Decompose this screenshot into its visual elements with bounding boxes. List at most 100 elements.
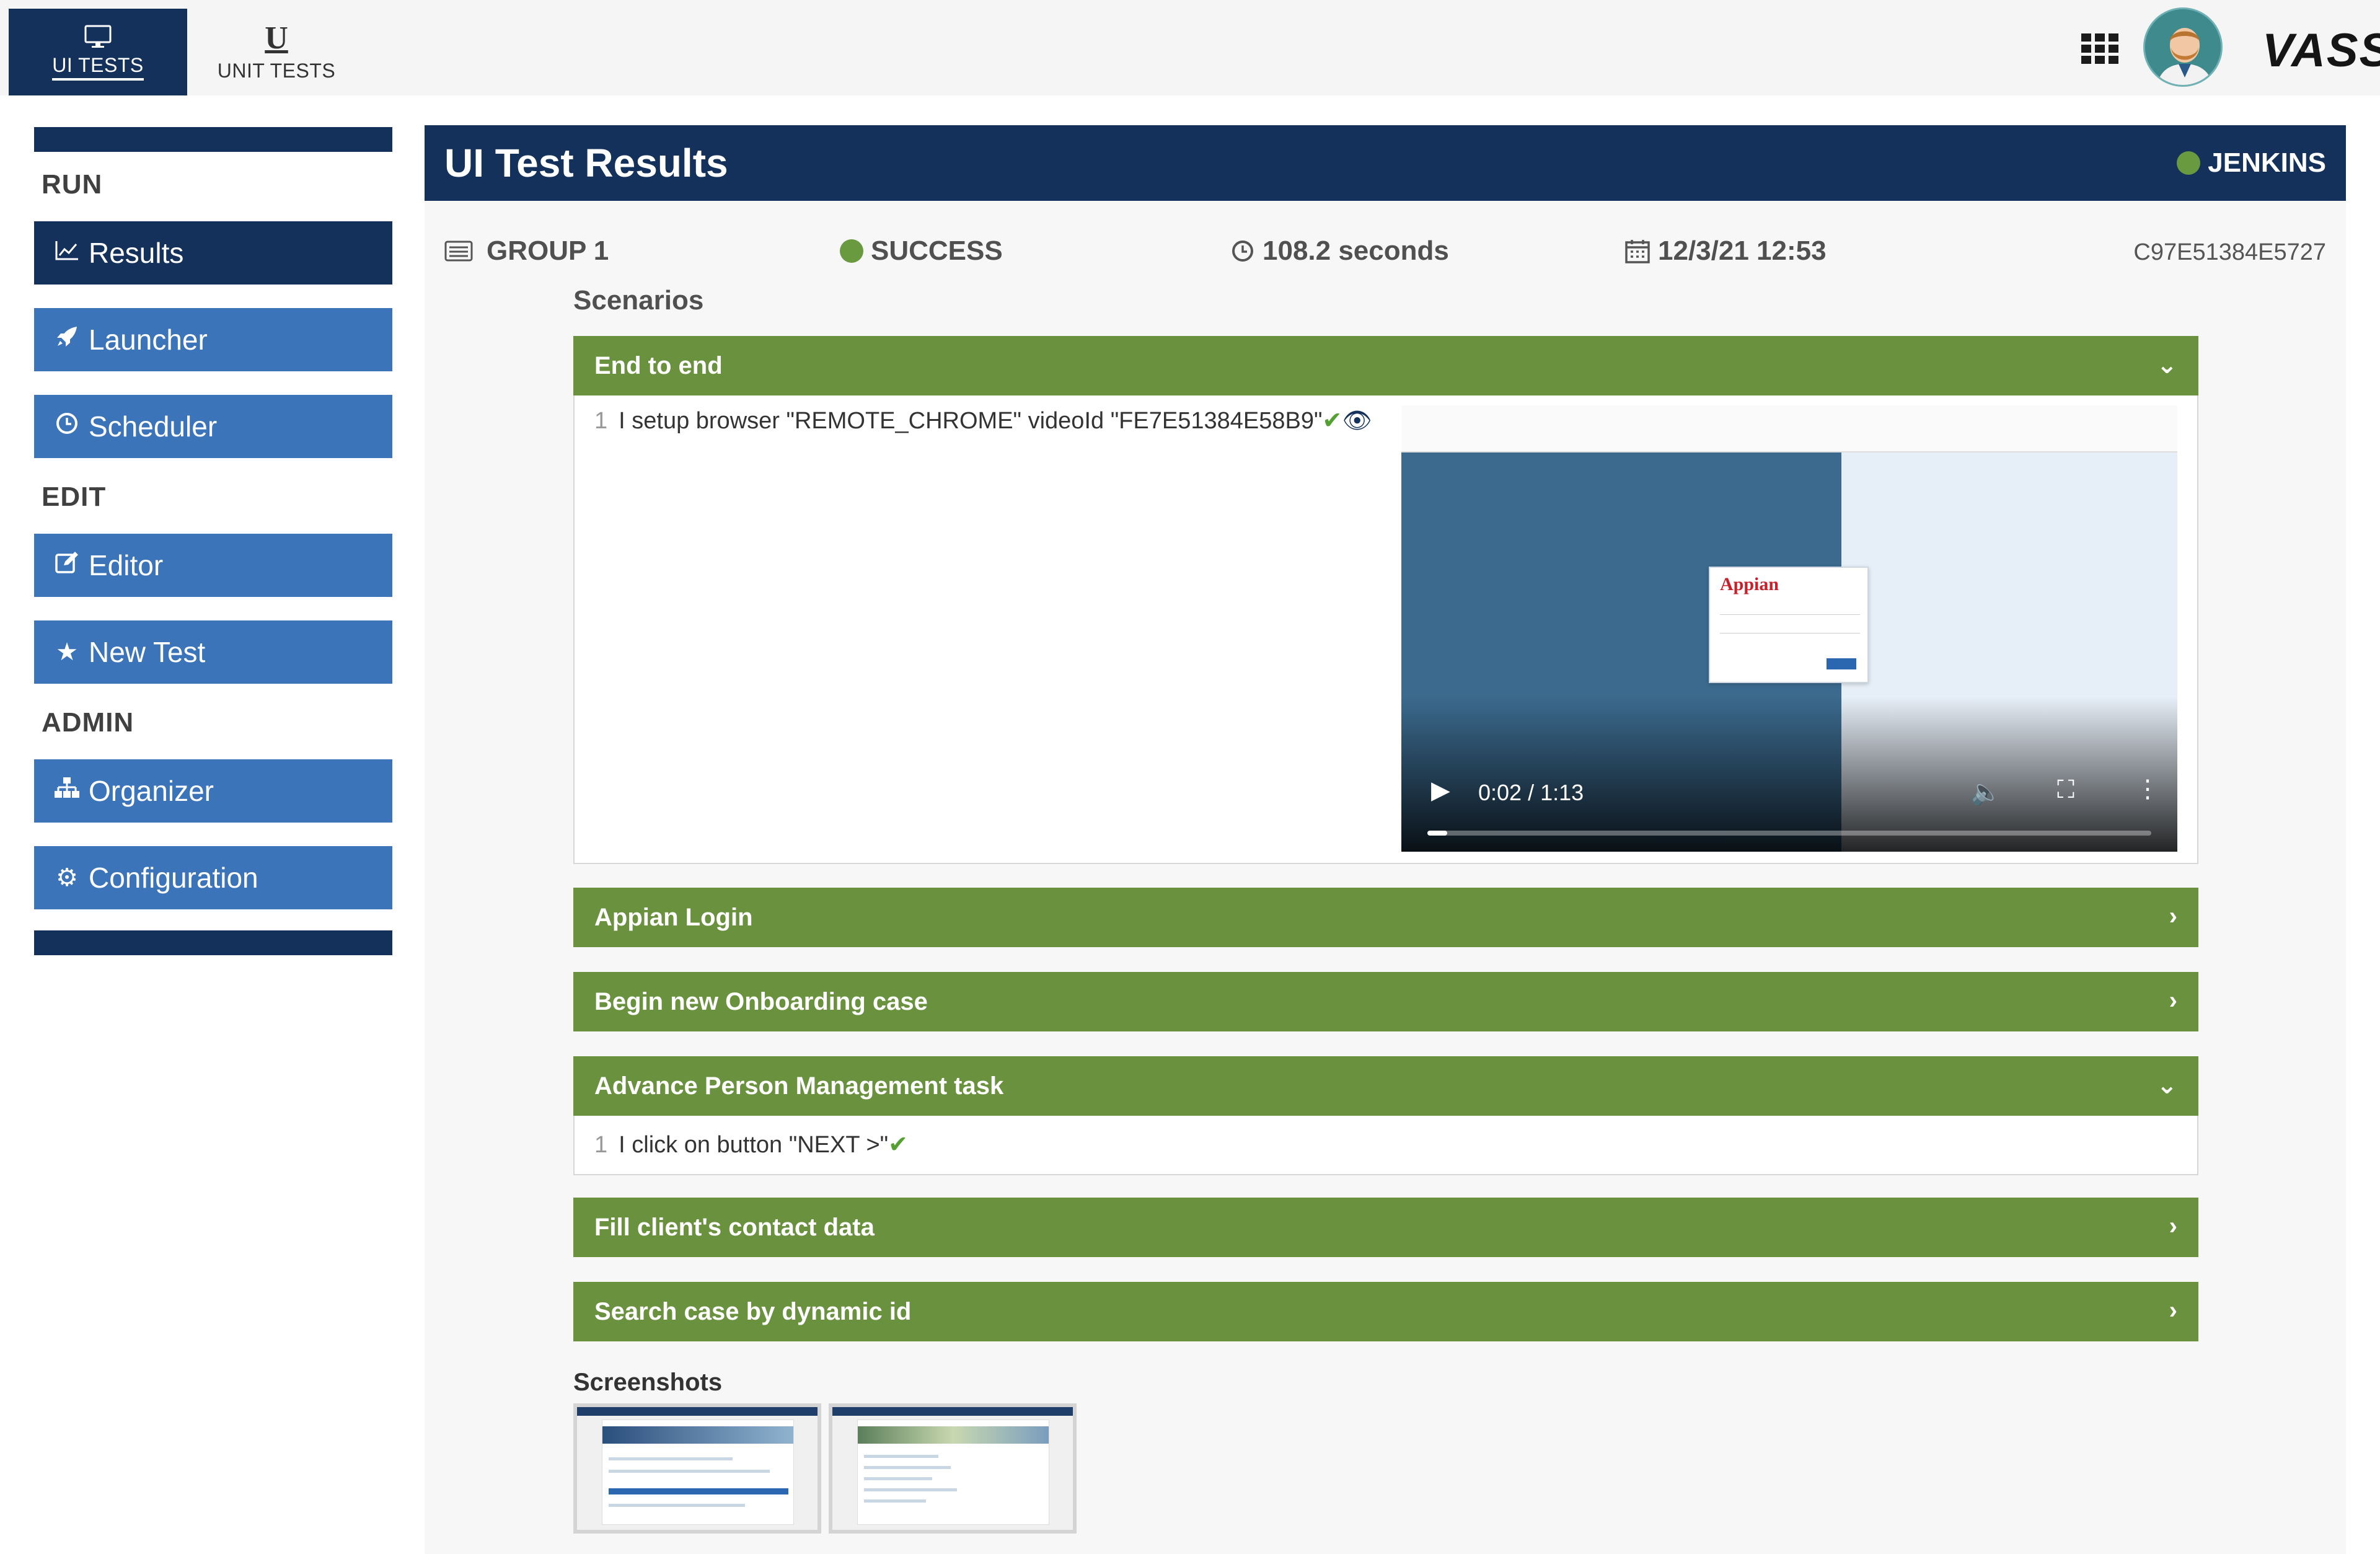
video-frame-login-box: Appian <box>1709 567 1869 683</box>
sidebar-item-label: Results <box>89 237 184 269</box>
video-frame-browser-bar <box>1401 405 2177 453</box>
list-icon <box>444 241 473 262</box>
run-status-text: SUCCESS <box>871 236 1003 266</box>
scenario-header[interactable]: Appian Login › <box>573 888 2198 947</box>
ci-status: JENKINS <box>2177 148 2326 179</box>
screenshot-thumbnail[interactable] <box>573 1403 821 1534</box>
check-icon: ✔ <box>1322 408 1342 434</box>
run-date: 12/3/21 12:53 <box>1624 236 1827 267</box>
group-name: GROUP 1 <box>487 236 609 266</box>
success-dot-icon <box>840 239 863 263</box>
sidebar-item-label: Scheduler <box>89 410 218 443</box>
scenario-header[interactable]: Search case by dynamic id › <box>573 1282 2198 1341</box>
video-controls: ▶ 0:02 / 1:13 🔈 ⛶ ⋮ <box>1401 753 2177 852</box>
chevron-right-icon: › <box>2169 1212 2177 1240</box>
run-id: C97E51384E5727 <box>2133 239 2326 265</box>
step-number: 1 <box>594 408 608 434</box>
sidebar-item-scheduler[interactable]: Scheduler <box>34 395 392 458</box>
scenario-title: Begin new Onboarding case <box>594 987 928 1015</box>
sidebar-section-admin: ADMIN <box>42 707 134 738</box>
unit-u-icon: U <box>265 20 288 56</box>
scenario-title: Search case by dynamic id <box>594 1297 912 1325</box>
volume-icon[interactable]: 🔈 <box>1970 777 2001 806</box>
scenario-begin-onboarding: Begin new Onboarding case › <box>573 972 2198 1031</box>
scenario-body: 1 I click on button "NEXT >"✔ <box>573 1116 2198 1175</box>
sitemap-icon <box>53 776 81 806</box>
screenshot-thumbnail[interactable] <box>829 1403 1077 1534</box>
run-duration: 108.2 seconds <box>1230 236 1449 267</box>
sidebar-item-launcher[interactable]: Launcher <box>34 308 392 371</box>
video-progress-track[interactable] <box>1427 831 2151 836</box>
star-icon: ★ <box>56 638 78 666</box>
scenarios-heading: Scenarios <box>573 285 704 316</box>
sidebar-item-label: New Test <box>89 636 206 668</box>
tab-ui-tests[interactable]: UI TESTS <box>9 9 187 95</box>
ci-name: JENKINS <box>2208 148 2326 178</box>
scenario-title: Appian Login <box>594 903 753 931</box>
results-header: UI Test Results JENKINS <box>425 125 2346 201</box>
chevron-right-icon: › <box>2169 987 2177 1014</box>
sidebar-section-edit: EDIT <box>42 482 107 512</box>
chevron-down-icon: ⌄ <box>2156 351 2177 379</box>
scenario-header[interactable]: End to end ⌄ <box>573 336 2198 395</box>
scenario-header[interactable]: Begin new Onboarding case › <box>573 972 2198 1031</box>
top-nav-bar: UI TESTS U UNIT TESTS VASS <box>0 0 2380 95</box>
chevron-right-icon: › <box>2169 1297 2177 1324</box>
scenario-title: End to end <box>594 351 723 379</box>
video-player[interactable]: Appian ▶ 0:02 / 1:13 🔈 ⛶ ⋮ <box>1401 405 2177 852</box>
scenario-fill-contact-data: Fill client's contact data › <box>573 1198 2198 1257</box>
sidebar-item-label: Organizer <box>89 775 214 807</box>
avatar[interactable] <box>2143 7 2223 87</box>
check-icon: ✔ <box>888 1132 908 1158</box>
sidebar-item-label: Configuration <box>89 862 258 894</box>
tab-unit-tests[interactable]: U UNIT TESTS <box>187 9 366 95</box>
calendar-icon <box>1625 240 1650 263</box>
scenario-title: Fill client's contact data <box>594 1213 875 1241</box>
brand-logo: VASS <box>2262 24 2380 77</box>
clock-icon <box>53 412 81 441</box>
eye-icon[interactable]: 👁 <box>1342 408 1372 434</box>
chart-line-icon <box>53 239 81 267</box>
run-duration-text: 108.2 seconds <box>1263 236 1449 266</box>
fullscreen-icon[interactable]: ⛶ <box>2057 776 2074 804</box>
scenario-header[interactable]: Advance Person Management task ⌄ <box>573 1056 2198 1116</box>
page-title: UI Test Results <box>444 141 728 185</box>
sidebar-section-run: RUN <box>42 169 103 200</box>
sidebar-item-results[interactable]: Results <box>34 221 392 285</box>
video-frame-logo: Appian <box>1720 574 1779 594</box>
run-status: SUCCESS <box>840 236 1003 267</box>
sidebar-item-editor[interactable]: Editor <box>34 534 392 597</box>
scenario-advance-person-management: Advance Person Management task ⌄ 1 I clic… <box>573 1056 2198 1175</box>
monitor-icon <box>84 25 112 48</box>
screenshots-heading: Screenshots <box>573 1369 723 1396</box>
video-time: 0:02 / 1:13 <box>1478 780 1584 805</box>
scenario-title: Advance Person Management task <box>594 1072 1004 1100</box>
more-options-icon[interactable]: ⋮ <box>2135 775 2160 803</box>
play-icon[interactable]: ▶ <box>1431 776 1450 805</box>
edit-icon <box>53 550 81 580</box>
sidebar-item-organizer[interactable]: Organizer <box>34 759 392 823</box>
tab-unit-tests-label: UNIT TESTS <box>217 59 336 82</box>
tab-ui-tests-label: UI TESTS <box>52 54 144 81</box>
sidebar-item-configuration[interactable]: ⚙ Configuration <box>34 846 392 909</box>
sidebar-top-bar <box>34 127 392 152</box>
clock-icon <box>1232 241 1253 262</box>
ci-status-dot-icon <box>2177 151 2201 175</box>
chevron-right-icon: › <box>2169 903 2177 930</box>
scenario-end-to-end: End to end ⌄ 1 I setup browser "REMOTE_CH… <box>573 336 2198 864</box>
step-row: 1 I click on button "NEXT >"✔ <box>594 1131 908 1159</box>
rocket-icon <box>53 324 81 355</box>
apps-grid-icon[interactable] <box>2081 33 2118 64</box>
sidebar-item-label: Launcher <box>89 324 208 356</box>
step-number: 1 <box>594 1132 608 1158</box>
results-panel: UI Test Results JENKINS GROUP 1 SUCCESS … <box>425 125 2346 1554</box>
user-avatar-icon <box>2145 9 2221 85</box>
video-progress-fill <box>1427 831 1447 836</box>
scenario-body: 1 I setup browser "REMOTE_CHROME" videoId… <box>573 395 2198 864</box>
step-text: I click on button "NEXT >" <box>619 1132 889 1158</box>
group-info: GROUP 1 <box>444 236 609 267</box>
sidebar-bottom-bar <box>34 930 392 955</box>
scenario-header[interactable]: Fill client's contact data › <box>573 1198 2198 1257</box>
step-row: 1 I setup browser "REMOTE_CHROME" videoId… <box>594 407 1372 435</box>
sidebar-item-new-test[interactable]: ★ New Test <box>34 620 392 684</box>
